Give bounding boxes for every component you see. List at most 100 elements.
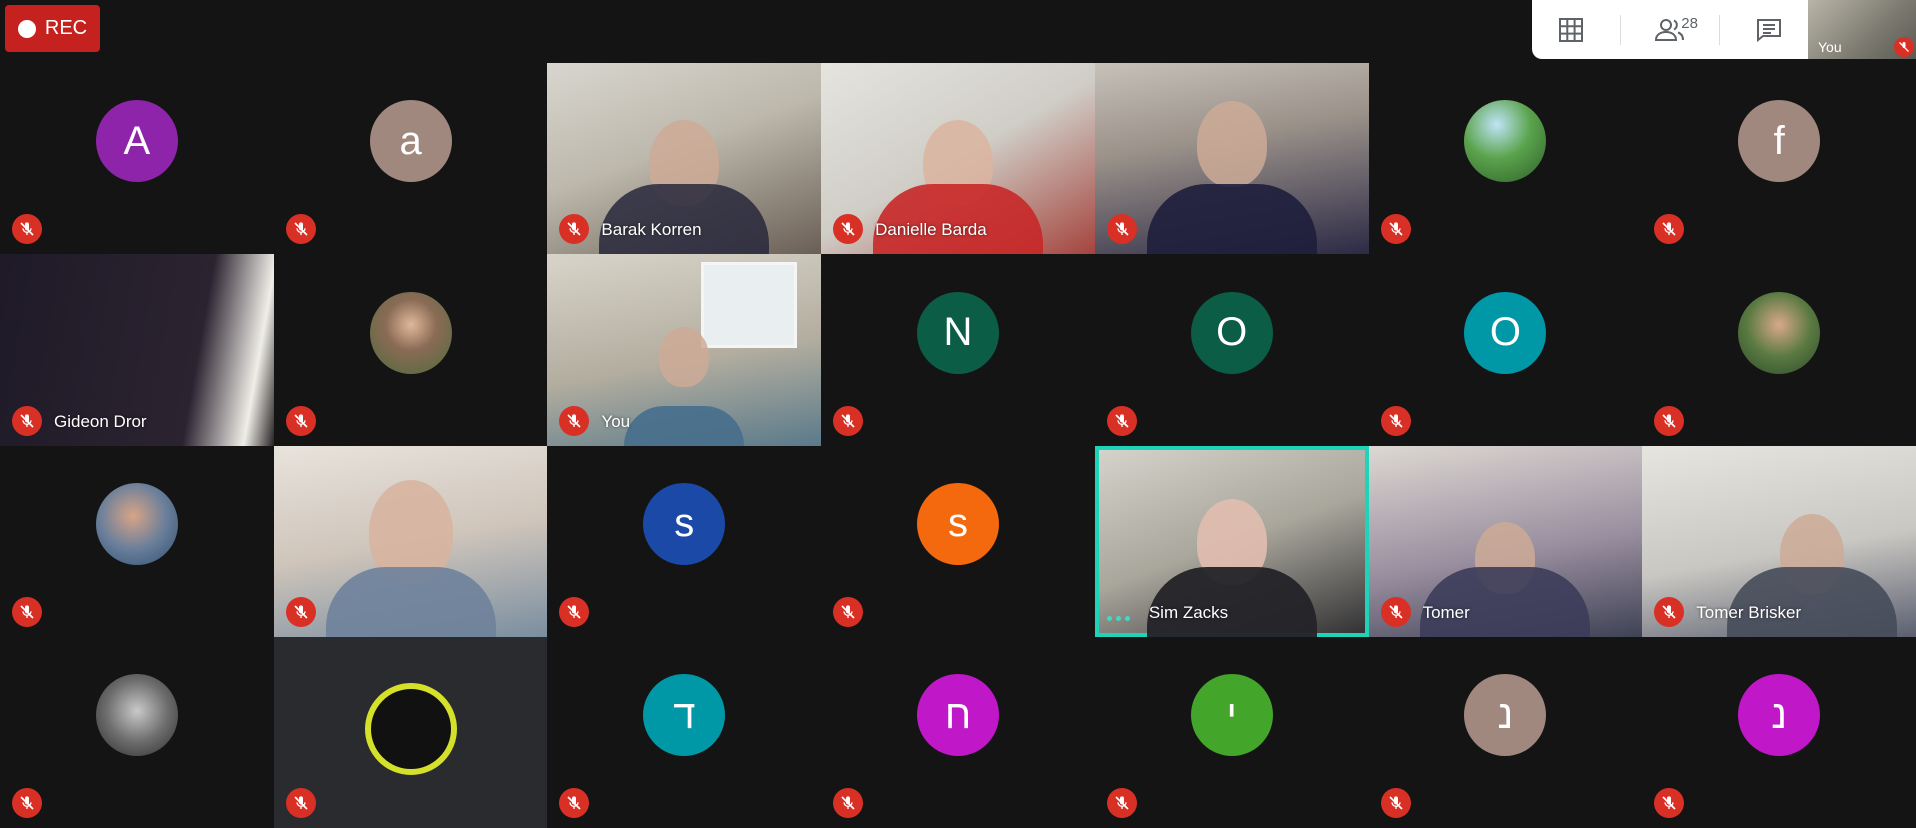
participant-video (1196, 101, 1267, 188)
participant-photo-avatar (1464, 100, 1547, 183)
mic-off-icon (833, 596, 864, 627)
participant-tile[interactable]: s (547, 445, 822, 637)
participant-name: You (601, 411, 631, 431)
mic-off-icon (1106, 405, 1137, 436)
participant-tile[interactable] (273, 254, 548, 446)
participant-tile[interactable]: נ (1642, 636, 1916, 828)
layout-button[interactable] (1541, 5, 1601, 55)
participant-photo-avatar (95, 482, 178, 565)
participant-avatar: A (95, 100, 178, 183)
mic-off-icon (559, 405, 590, 436)
participant-tile[interactable]: A (0, 63, 274, 255)
mic-off-icon (559, 214, 590, 245)
participant-video-body (624, 405, 745, 446)
participant-avatar: s (916, 482, 999, 565)
self-view[interactable]: You (1808, 0, 1916, 59)
participants-button[interactable]: 28 (1640, 5, 1700, 55)
mic-off-icon (833, 405, 864, 436)
participant-tile[interactable]: נ (1368, 636, 1643, 828)
participant-tile[interactable]: N (821, 254, 1095, 446)
participant-avatar: a (369, 100, 452, 183)
participant-avatar: s (643, 482, 726, 565)
mic-off-icon (12, 788, 42, 818)
mic-off-icon (559, 788, 590, 818)
participant-tile[interactable]: s (821, 445, 1095, 637)
background-window (701, 262, 798, 349)
logo-icon (364, 682, 457, 775)
participant-name: Gideon Dror (54, 411, 147, 431)
participant-tile[interactable]: You (547, 254, 822, 446)
participant-avatar: נ (1464, 674, 1547, 757)
mic-off-icon (833, 788, 864, 818)
participant-name: Tomer (1422, 602, 1470, 622)
participant-tile[interactable]: ד (547, 636, 822, 828)
participant-count: 28 (1681, 14, 1698, 32)
participant-avatar: ח (916, 674, 999, 757)
participant-tile[interactable]: ח (821, 636, 1095, 828)
participant-name: Danielle Barda (875, 220, 987, 240)
participant-tile[interactable]: f (1642, 63, 1916, 255)
participant-grid: A a Barak Korren Danielle Barda f Gideon… (0, 63, 1916, 828)
mic-off-icon (285, 788, 316, 818)
participant-avatar: נ (1738, 674, 1821, 757)
participant-video-body (1146, 184, 1317, 255)
participant-tile[interactable]: Tomer (1368, 445, 1643, 637)
participant-tile[interactable]: י (1094, 636, 1369, 828)
mic-off-icon (1654, 788, 1685, 818)
chat-button[interactable] (1739, 5, 1799, 55)
participant-tile[interactable] (273, 445, 548, 637)
active-speaker-tile[interactable]: Sim Zacks (1094, 445, 1369, 637)
mic-off-icon (1654, 596, 1685, 627)
mic-off-icon (1654, 214, 1685, 245)
toolbar-divider (1620, 14, 1622, 45)
participant-avatar: O (1464, 291, 1547, 374)
participant-video-body (1420, 566, 1591, 637)
mic-off-icon (285, 596, 316, 627)
participant-video-body (325, 566, 496, 637)
mic-off-icon (1380, 405, 1411, 436)
record-icon (17, 19, 36, 38)
participant-name: Sim Zacks (1148, 602, 1229, 622)
speaking-indicator-icon (1106, 615, 1130, 621)
mic-off-icon (1106, 214, 1137, 245)
participant-photo-avatar (369, 291, 452, 374)
participant-tile[interactable]: O (1094, 254, 1369, 446)
participant-avatar: N (916, 291, 999, 374)
mic-off-icon (1654, 405, 1685, 436)
participant-tile[interactable] (1094, 63, 1369, 255)
grid-icon (1559, 17, 1584, 42)
self-view-name: You (1818, 39, 1842, 55)
mic-off-icon (1106, 788, 1137, 818)
participant-tile[interactable]: Danielle Barda (821, 63, 1095, 255)
toolbar-divider (1718, 14, 1720, 45)
recording-indicator: REC (5, 5, 100, 52)
participant-photo-avatar (95, 674, 178, 757)
participant-tile[interactable]: O (1368, 254, 1643, 446)
participant-tile[interactable]: a (273, 63, 548, 255)
mic-off-icon (12, 596, 42, 627)
mic-off-icon (1380, 788, 1411, 818)
mic-off-icon (833, 214, 864, 245)
participant-video (659, 326, 710, 387)
participant-tile[interactable]: Tomer Brisker (1642, 445, 1916, 637)
participant-avatar: ד (643, 674, 726, 757)
participant-tile[interactable]: Gideon Dror (0, 254, 274, 446)
mic-off-icon (285, 214, 316, 245)
participant-name: Tomer Brisker (1696, 602, 1802, 622)
participant-tile[interactable] (0, 636, 274, 828)
mic-off-icon (12, 214, 42, 245)
participant-tile[interactable] (0, 445, 274, 637)
participant-tile[interactable] (1642, 254, 1916, 446)
participant-video-body (1146, 566, 1317, 637)
meeting-toolbar: 28 (1532, 0, 1808, 59)
mic-off-icon (1380, 214, 1411, 245)
participant-video-body (1726, 566, 1897, 637)
participant-tile[interactable] (273, 636, 548, 828)
mic-off-icon (12, 405, 42, 436)
mic-off-icon (285, 405, 316, 436)
participant-tile[interactable] (1368, 63, 1643, 255)
participant-tile[interactable]: Barak Korren (547, 63, 822, 255)
mic-off-icon (559, 596, 590, 627)
recording-label: REC (44, 17, 88, 39)
participant-avatar: f (1738, 100, 1821, 183)
